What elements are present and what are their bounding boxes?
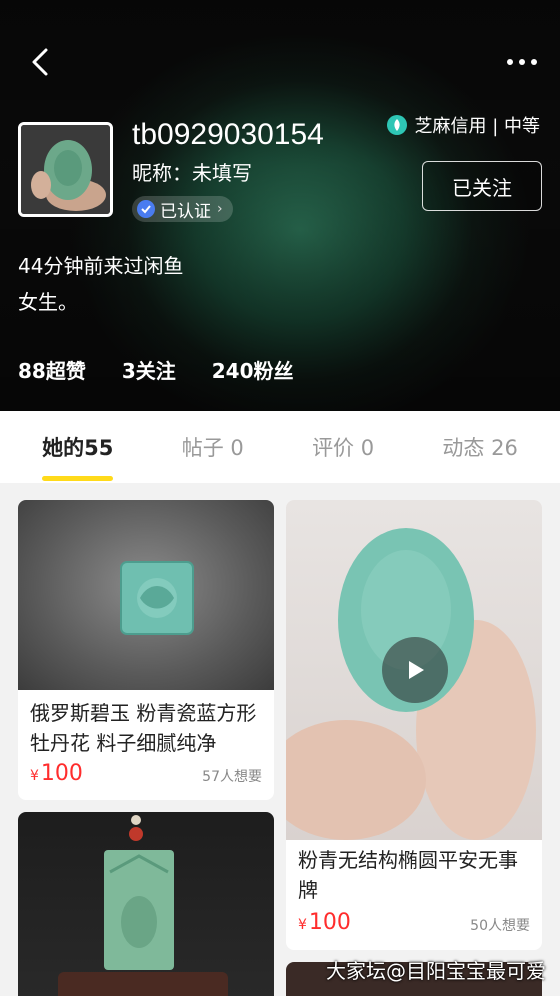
- more-icon[interactable]: [502, 50, 542, 74]
- username: tb0929030154: [132, 118, 324, 151]
- profile-header: tb0929030154 昵称：未填写 已认证 › 芝麻信用 | 中等 已关注 …: [0, 0, 560, 411]
- tab-posts[interactable]: 帖子 0: [182, 411, 244, 483]
- tab-reviews[interactable]: 评价 0: [312, 411, 374, 483]
- sesame-credit-icon: [387, 115, 408, 135]
- chevron-right-icon: ›: [217, 201, 223, 217]
- item-card[interactable]: 俄罗斯碧玉 粉青瓷蓝方形牡丹花 料子细腻纯净 ¥100 57人想要: [18, 500, 274, 800]
- verified-shield-icon: [137, 200, 155, 218]
- credit-label: 芝麻信用 | 中等: [414, 116, 540, 137]
- profile-tabs: 她的55 帖子 0 评价 0 动态 26: [0, 411, 560, 483]
- last-seen: 44分钟前来过闲鱼: [18, 254, 184, 278]
- item-image: [286, 500, 542, 840]
- avatar[interactable]: [18, 122, 113, 217]
- tab-activity[interactable]: 动态 26: [442, 411, 517, 483]
- back-icon[interactable]: [22, 44, 58, 80]
- item-title: 粉青无结构椭圆平安无事牌: [298, 848, 518, 902]
- item-wants: 50人想要: [470, 918, 530, 934]
- nickname: 昵称：未填写: [132, 161, 252, 185]
- follow-button[interactable]: 已关注: [422, 161, 542, 211]
- tab-items[interactable]: 她的55: [42, 411, 114, 483]
- item-image: [18, 500, 274, 690]
- credit-score[interactable]: 芝麻信用 | 中等: [386, 112, 540, 138]
- bio: 女生。: [18, 290, 78, 314]
- item-card[interactable]: 粉青无结构椭圆平安无事牌 ¥100 50人想要: [286, 500, 542, 950]
- item-wants: 57人想要: [202, 769, 262, 785]
- item-price: ¥100: [298, 910, 351, 935]
- play-icon: [409, 661, 424, 679]
- play-video-button[interactable]: [382, 637, 448, 703]
- stat-following[interactable]: 3关注: [122, 355, 176, 384]
- item-image: [18, 812, 274, 996]
- item-title: 俄罗斯碧玉 粉青瓷蓝方形牡丹花 料子细腻纯净: [30, 701, 257, 755]
- verified-badge[interactable]: 已认证 ›: [132, 196, 233, 222]
- watermark: 大家坛@目阳宝宝最可爱: [326, 959, 546, 983]
- stats: 88超赞 3关注 240粉丝: [18, 355, 294, 384]
- verified-label: 已认证: [160, 201, 211, 222]
- item-card[interactable]: [18, 812, 274, 996]
- stat-followers[interactable]: 240粉丝: [212, 355, 294, 384]
- stat-likes[interactable]: 88超赞: [18, 355, 86, 384]
- item-price: ¥100: [30, 761, 83, 786]
